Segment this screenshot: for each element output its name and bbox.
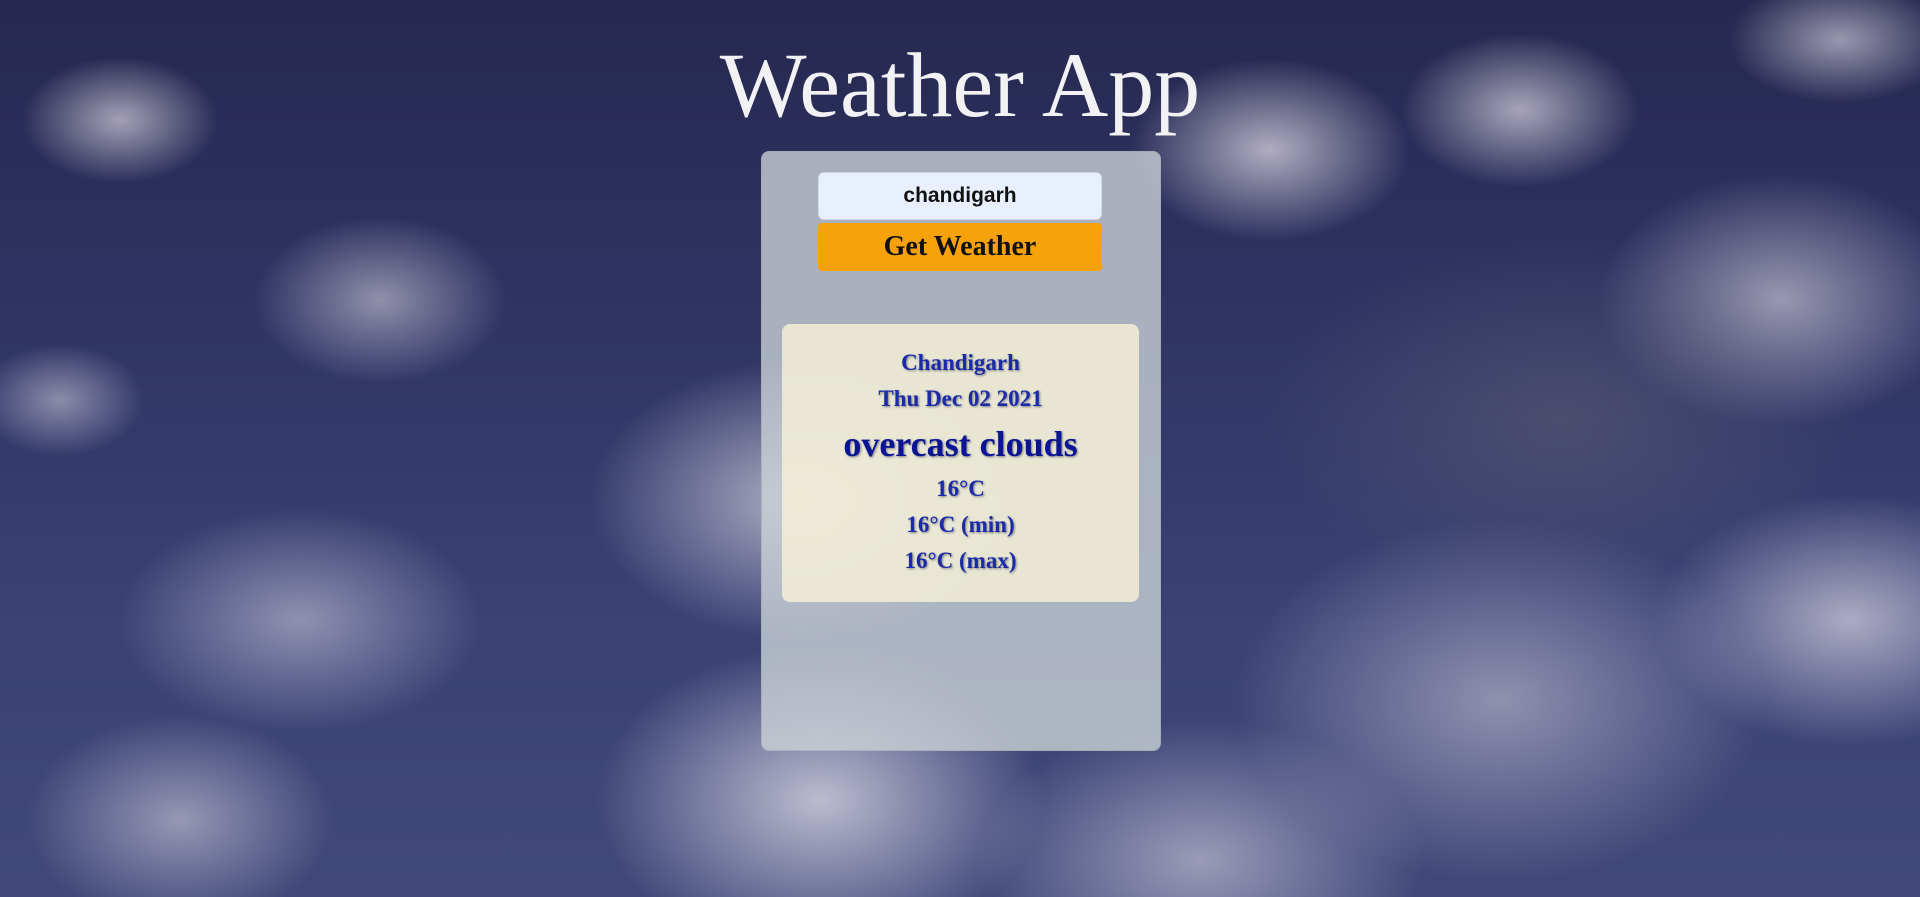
weather-panel: Get Weather Chandigarh Thu Dec 02 2021 o…	[761, 151, 1161, 751]
weather-result-card: Chandigarh Thu Dec 02 2021 overcast clou…	[782, 324, 1139, 602]
page-title: Weather App	[719, 34, 1201, 136]
get-weather-button[interactable]: Get Weather	[818, 223, 1102, 271]
min-temperature: 16°C (min)	[906, 512, 1015, 537]
city-search-input[interactable]	[818, 172, 1102, 220]
city-name: Chandigarh	[901, 350, 1020, 375]
page: { "app": { "title": "Weather App" }, "se…	[0, 0, 1920, 897]
current-temperature: 16°C	[936, 476, 985, 501]
max-temperature: 16°C (max)	[904, 548, 1017, 573]
weather-description: overcast clouds	[843, 424, 1078, 464]
date-text: Thu Dec 02 2021	[878, 386, 1043, 411]
